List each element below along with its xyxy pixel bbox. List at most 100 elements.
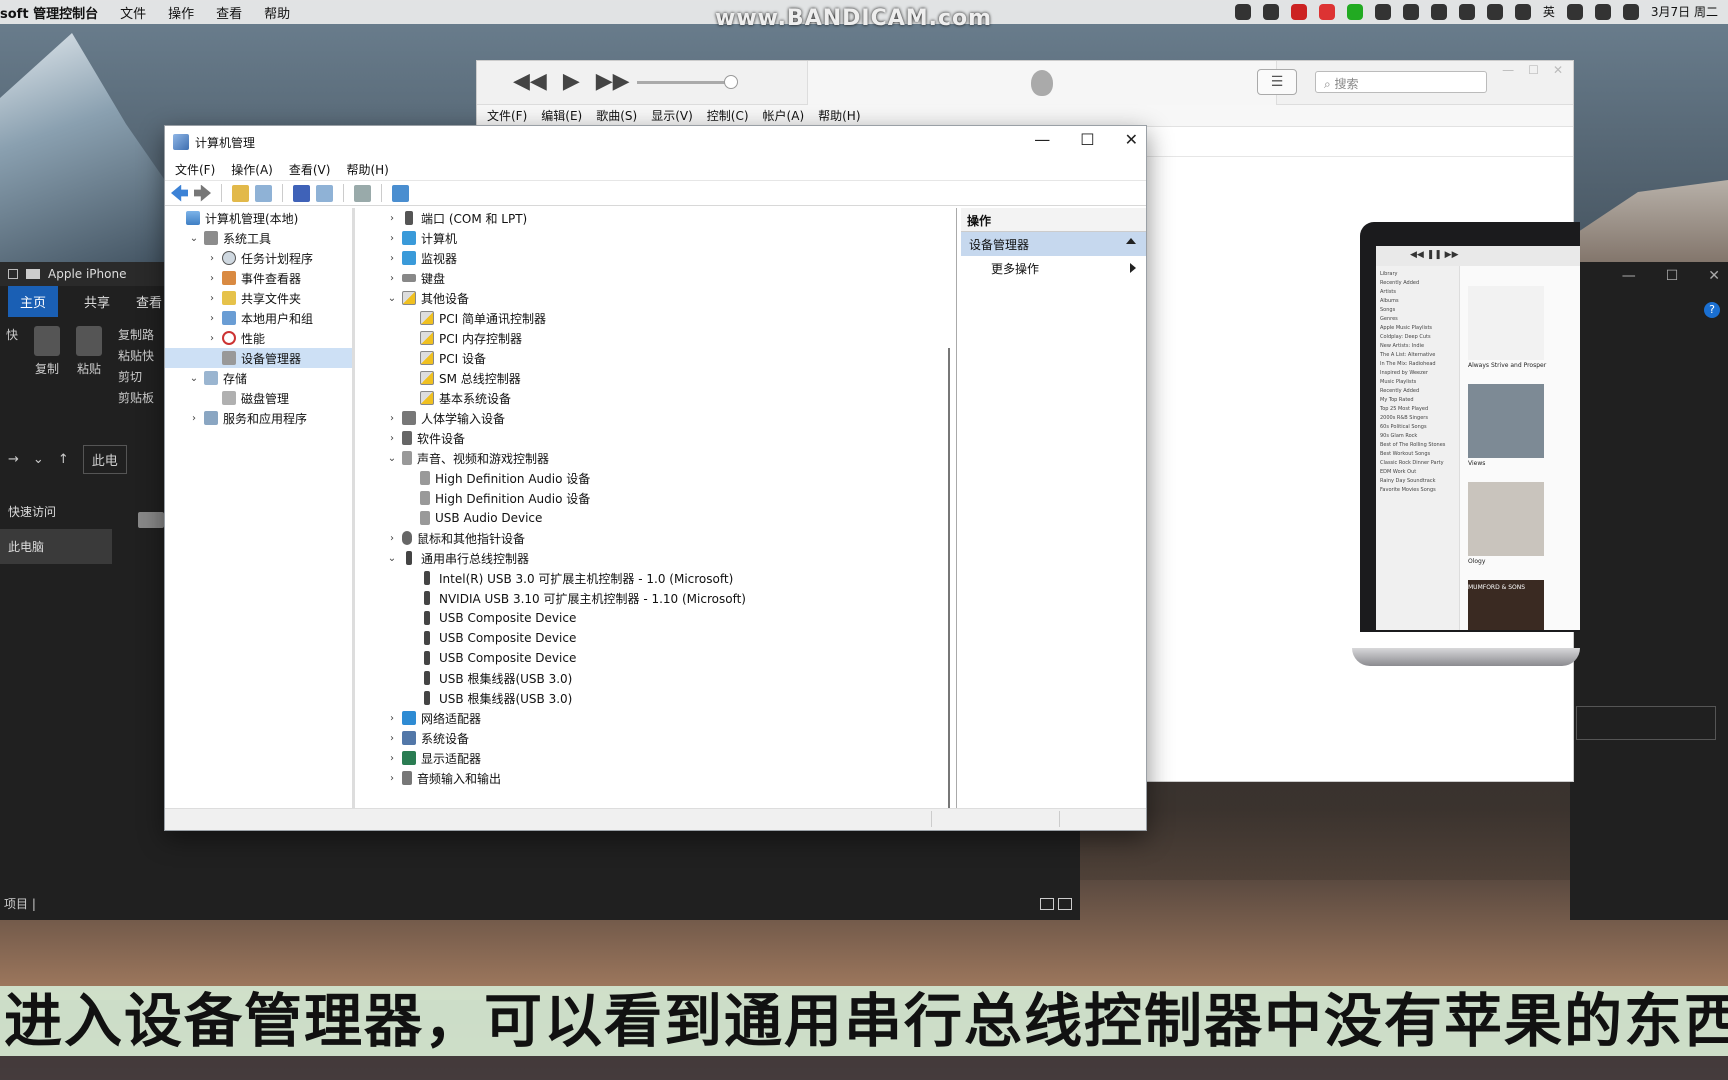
cm-menu-help[interactable]: 帮助(H) xyxy=(346,161,388,178)
microphone-icon[interactable] xyxy=(1402,3,1419,20)
menubar-item-file[interactable]: 文件 xyxy=(120,3,146,22)
chevron-right-icon[interactable]: › xyxy=(205,293,219,304)
tree-item[interactable]: › 系统设备 xyxy=(357,728,956,748)
sogou-icon[interactable] xyxy=(1566,3,1583,20)
chevron-right-icon[interactable]: › xyxy=(385,413,399,424)
chevron-right-icon[interactable]: › xyxy=(385,533,399,544)
tree-item[interactable]: › 性能 xyxy=(165,328,352,348)
show-hide-tree-icon[interactable] xyxy=(255,184,272,202)
tree-item[interactable]: USB Audio Device xyxy=(357,508,956,528)
list-view-button[interactable]: ☰ xyxy=(1257,69,1297,95)
paste-button[interactable]: 粘贴 xyxy=(76,326,103,416)
cm-menu-view[interactable]: 查看(V) xyxy=(289,161,331,178)
stop-icon[interactable] xyxy=(1318,3,1335,20)
copy-path-button[interactable]: 复制路 xyxy=(118,326,154,343)
chevron-down-icon[interactable]: ⌄ xyxy=(33,452,44,467)
tree-item[interactable]: ⌄ 存储 xyxy=(165,368,352,388)
tree-item[interactable]: PCI 简单通讯控制器 xyxy=(357,308,956,328)
tree-item[interactable]: USB 根集线器(USB 3.0) xyxy=(357,688,956,708)
itunes-menu-song[interactable]: 歌曲(S) xyxy=(596,107,637,124)
chevron-right-icon[interactable]: › xyxy=(385,713,399,724)
print-icon[interactable] xyxy=(354,184,371,202)
minimize-icon[interactable]: — xyxy=(1502,63,1514,77)
tree-item[interactable]: USB Composite Device xyxy=(357,648,956,668)
volume-icon[interactable] xyxy=(1486,3,1503,20)
actions-section-device-manager[interactable]: 设备管理器 xyxy=(961,232,1146,256)
forward-icon[interactable]: → xyxy=(8,452,19,467)
drive-icon[interactable] xyxy=(138,512,164,528)
tree-item[interactable]: SM 总线控制器 xyxy=(357,368,956,388)
tree-item[interactable]: ⌄ 系统工具 xyxy=(165,228,352,248)
chevron-down-icon[interactable]: ⌄ xyxy=(385,553,399,564)
tree-item[interactable]: › 共享文件夹 xyxy=(165,288,352,308)
play-icon[interactable]: ▶ xyxy=(563,69,580,94)
chevron-right-icon[interactable]: › xyxy=(385,773,399,784)
close-icon[interactable]: ✕ xyxy=(1708,268,1720,284)
chevron-right-icon[interactable]: › xyxy=(385,273,399,284)
chevron-right-icon[interactable]: › xyxy=(385,733,399,744)
tab-home[interactable]: 主页 xyxy=(8,285,59,317)
tree-item[interactable]: 基本系统设备 xyxy=(357,388,956,408)
tree-item[interactable]: › 键盘 xyxy=(357,268,956,288)
control-center-icon[interactable] xyxy=(1622,3,1639,20)
copy-button[interactable]: 复制 xyxy=(34,326,61,416)
chevron-down-icon[interactable]: ⌄ xyxy=(385,453,399,464)
more-actions-item[interactable]: 更多操作 xyxy=(961,256,1146,280)
chevron-right-icon[interactable]: › xyxy=(385,233,399,244)
green-app-icon[interactable] xyxy=(1346,3,1363,20)
maximize-icon[interactable]: ☐ xyxy=(1666,268,1679,284)
tree-item[interactable]: › 服务和应用程序 xyxy=(165,408,352,428)
tab-view[interactable]: 查看 xyxy=(136,292,162,311)
tree-item[interactable]: Intel(R) USB 3.0 可扩展主机控制器 - 1.0 (Microso… xyxy=(357,568,956,588)
chevron-right-icon[interactable]: › xyxy=(205,273,219,284)
help-icon[interactable]: ? xyxy=(1704,302,1720,318)
close-icon[interactable]: ✕ xyxy=(1553,63,1563,77)
chevron-down-icon[interactable]: ⌄ xyxy=(385,293,399,304)
cm-menu-file[interactable]: 文件(F) xyxy=(175,161,215,178)
qq-icon[interactable] xyxy=(1234,3,1251,20)
chevron-right-icon[interactable]: › xyxy=(385,253,399,264)
clock-date[interactable]: 3月7日 周二 xyxy=(1651,3,1718,20)
tree-item[interactable]: ⌄ 通用串行总线控制器 xyxy=(357,548,956,568)
tree-item[interactable]: › 监视器 xyxy=(357,248,956,268)
tree-item[interactable]: USB 根集线器(USB 3.0) xyxy=(357,668,956,688)
nav-item-quick-access[interactable]: 快速访问 xyxy=(0,494,112,529)
pin-quick-access-button[interactable]: 快 xyxy=(6,326,18,416)
maximize-icon[interactable]: ☐ xyxy=(1528,63,1539,77)
steam-icon[interactable] xyxy=(1262,3,1279,20)
chevron-right-icon[interactable]: › xyxy=(205,253,219,264)
tree-item[interactable]: High Definition Audio 设备 xyxy=(357,488,956,508)
address-bar[interactable]: 此电 xyxy=(82,444,127,474)
details-view-icon[interactable] xyxy=(1040,898,1054,910)
menubar-item-help[interactable]: 帮助 xyxy=(264,3,290,22)
ime-indicator[interactable]: 英 xyxy=(1543,3,1555,20)
fast-forward-icon[interactable]: ▶▶ xyxy=(596,69,630,94)
minimize-icon[interactable]: — xyxy=(1622,268,1636,284)
tree-item[interactable]: › 音频输入和输出 xyxy=(357,768,956,788)
tiles-view-icon[interactable] xyxy=(1058,898,1072,910)
tree-item[interactable]: › 端口 (COM 和 LPT) xyxy=(357,208,956,228)
forward-icon[interactable] xyxy=(194,184,211,202)
search-icon[interactable] xyxy=(1594,3,1611,20)
itunes-menu-file[interactable]: 文件(F) xyxy=(487,107,527,124)
tree-item[interactable]: › 显示适配器 xyxy=(357,748,956,768)
properties-icon[interactable] xyxy=(316,184,333,202)
cm-menu-action[interactable]: 操作(A) xyxy=(231,161,273,178)
tree-item[interactable]: NVIDIA USB 3.10 可扩展主机控制器 - 1.10 (Microso… xyxy=(357,588,956,608)
maximize-icon[interactable]: ☐ xyxy=(1080,130,1094,149)
search-box[interactable] xyxy=(1576,706,1716,740)
itunes-menu-view[interactable]: 显示(V) xyxy=(651,107,693,124)
tree-item[interactable]: USB Composite Device xyxy=(357,628,956,648)
rewind-icon[interactable]: ◀◀ xyxy=(513,69,547,94)
paste-shortcut-button[interactable]: 粘贴快 xyxy=(118,347,154,364)
tree-item[interactable]: PCI 内存控制器 xyxy=(357,328,956,348)
chevron-right-icon[interactable]: › xyxy=(205,313,219,324)
chevron-right-icon[interactable]: › xyxy=(385,213,399,224)
tree-item[interactable]: › 本地用户和组 xyxy=(165,308,352,328)
menubar-item-view[interactable]: 查看 xyxy=(216,3,242,22)
tab-share[interactable]: 共享 xyxy=(84,292,110,311)
tree-item[interactable]: › 任务计划程序 xyxy=(165,248,352,268)
itunes-search-input[interactable]: ⌕ 搜索 xyxy=(1315,71,1487,93)
chevron-right-icon[interactable]: › xyxy=(187,413,201,424)
tree-item[interactable]: PCI 设备 xyxy=(357,348,956,368)
